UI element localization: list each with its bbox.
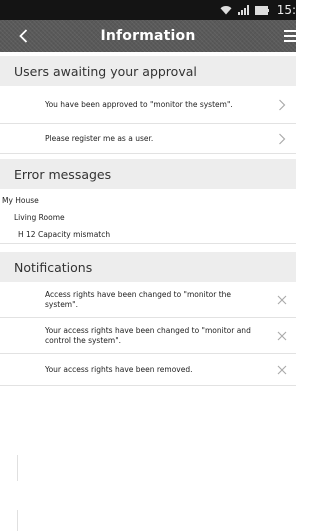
notification-item[interactable]: Your access rights have been removed. — [0, 354, 296, 386]
wifi-icon — [220, 6, 232, 15]
approval-item[interactable]: You have been approved to "monitor the s… — [0, 86, 296, 124]
error-tree: My House Living Roome H 12 Capacity mism… — [0, 189, 296, 244]
app-header: Information — [0, 20, 296, 52]
menu-icon[interactable] — [284, 29, 296, 43]
approval-section-title: Users awaiting your approval — [14, 63, 197, 79]
error-item-label: H 12 Capacity mismatch — [18, 230, 111, 239]
status-bar: 15: — [0, 0, 296, 20]
notification-text: Your access rights have been removed. — [45, 364, 193, 374]
chevron-right-icon — [279, 133, 286, 144]
divider — [17, 510, 18, 531]
error-item[interactable]: H 12 Capacity mismatch — [0, 226, 296, 244]
chevron-right-icon — [279, 99, 286, 110]
approval-item[interactable]: Please register me as a user. — [0, 124, 296, 154]
divider — [17, 455, 18, 481]
battery-icon — [254, 5, 269, 15]
approval-item-text: You have been approved to "monitor the s… — [45, 99, 233, 109]
back-chevron-icon[interactable] — [14, 26, 34, 46]
notification-item[interactable]: Your access rights have been changed to … — [0, 318, 296, 354]
tree-room-label: Living Roome — [14, 213, 65, 222]
tree-house-label: My House — [2, 196, 39, 205]
notification-text: Access rights have been changed to "moni… — [45, 289, 232, 309]
close-icon[interactable] — [277, 295, 287, 305]
status-time: 15: — [276, 3, 296, 17]
notifications-section-title: Notifications — [14, 259, 93, 275]
notifications-section-header: Notifications — [0, 252, 296, 282]
tree-room[interactable]: Living Roome — [0, 209, 296, 226]
errors-section-header: Error messages — [0, 159, 296, 189]
approval-item-text: Please register me as a user. — [45, 133, 154, 143]
page-title: Information — [100, 28, 196, 44]
approval-section-header: Users awaiting your approval — [0, 56, 296, 86]
screen: 15: Information Users awaiting your appr… — [0, 0, 296, 531]
tree-house[interactable]: My House — [0, 192, 296, 209]
signal-icon — [237, 5, 249, 15]
notification-text: Your access rights have been changed to … — [45, 325, 251, 345]
close-icon[interactable] — [277, 331, 287, 341]
errors-section-title: Error messages — [14, 166, 112, 182]
notification-item[interactable]: Access rights have been changed to "moni… — [0, 282, 296, 318]
close-icon[interactable] — [277, 365, 287, 375]
